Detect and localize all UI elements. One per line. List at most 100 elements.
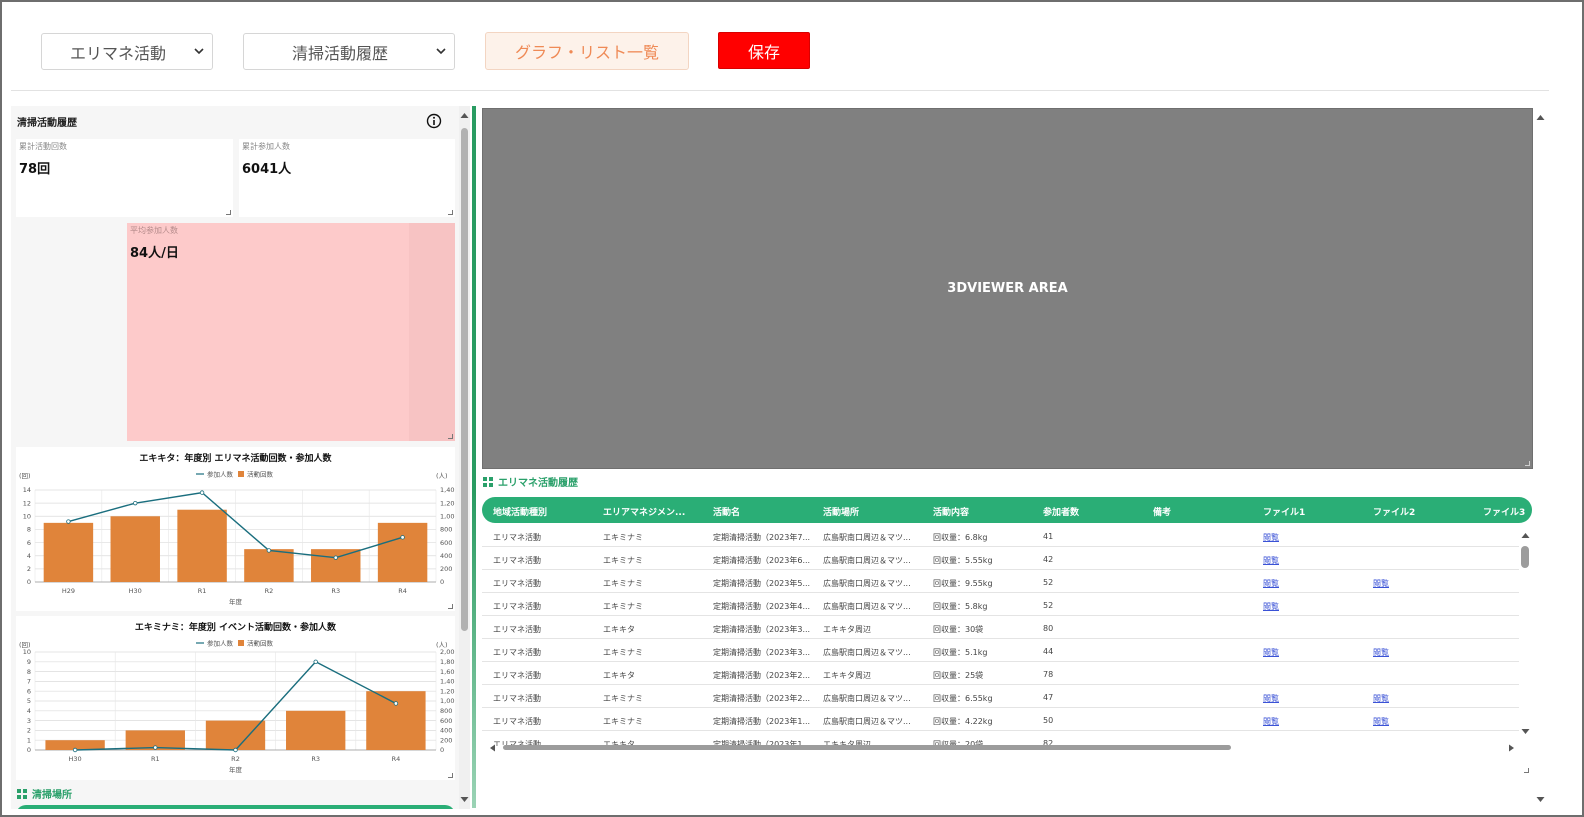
card-value: 6041人: [242, 162, 292, 177]
resize-handle[interactable]: [448, 773, 453, 778]
table-row[interactable]: エリマネ活動 エキミナミ 定期清掃活動（2023年1... 広島駅南口周辺＆マツ...…: [482, 708, 1519, 731]
scroll-thumb[interactable]: [1521, 546, 1529, 568]
table-vertical-scrollbar[interactable]: [1519, 528, 1531, 743]
x-axis-label: 年度: [229, 765, 243, 774]
left-panel: 清掃活動履歴 累計活動回数 78回 累計参加人数 6041人 平均参加人数 84…: [11, 106, 459, 809]
y-axis-right-unit: (人): [436, 472, 448, 480]
table-cell: エリマネ活動: [493, 694, 541, 703]
table-row[interactable]: エリマネ活動 エキミナミ 定期清掃活動（2023年2... 広島駅南口周辺＆マツ...…: [482, 685, 1519, 708]
resize-handle[interactable]: [1525, 461, 1530, 466]
table-row[interactable]: エリマネ活動 エキキタ 定期清掃活動（2023年3... エキキタ周辺 回収量：30袋 8…: [482, 616, 1519, 639]
chevron-down-icon: [194, 48, 204, 55]
sub-select[interactable]: 清掃活動履歴: [243, 33, 455, 70]
save-button[interactable]: 保存: [718, 32, 810, 69]
table-row[interactable]: エリマネ活動 エキミナミ 定期清掃活動（2023年6... 広島駅南口周辺＆マツ...…: [482, 547, 1519, 570]
total-participants-card: 累計参加人数 6041人: [239, 139, 455, 217]
y-tick-label-left: 8: [27, 668, 31, 676]
y-tick-label-left: 8: [27, 526, 31, 534]
table-cell: 回収量：6.8kg: [933, 533, 988, 542]
y-axis-left-unit: (回): [19, 472, 31, 480]
3d-viewer-area[interactable]: 3DVIEWER AREA: [482, 108, 1533, 469]
column-header[interactable]: ファイル1: [1263, 505, 1305, 518]
legend-bar-swatch: [238, 640, 244, 646]
table-row[interactable]: エリマネ活動 エキミナミ 定期清掃活動（2023年7... 広島駅南口周辺＆マツ...…: [482, 524, 1519, 547]
scroll-down-arrow-icon[interactable]: [1536, 796, 1545, 803]
scroll-thumb[interactable]: [461, 128, 468, 631]
history-section-title: エリマネ活動履歴: [483, 474, 578, 489]
table-cell: 41: [1043, 532, 1054, 541]
file-link[interactable]: 閲覧: [1263, 555, 1279, 566]
y-tick-label-right: 200: [440, 736, 452, 744]
resize-handle[interactable]: [448, 434, 453, 439]
file-link[interactable]: 閲覧: [1263, 693, 1279, 704]
scroll-up-arrow-icon[interactable]: [460, 112, 469, 119]
column-header[interactable]: 地域活動種別: [493, 505, 547, 518]
column-header[interactable]: ファイル3: [1483, 505, 1525, 518]
bar-activity-count: [377, 522, 428, 582]
table-row[interactable]: エリマネ活動 エキミナミ 定期清掃活動（2023年4... 広島駅南口周辺＆マツ...…: [482, 593, 1519, 616]
bar-activity-count: [205, 720, 266, 750]
scroll-up-arrow-icon[interactable]: [1536, 114, 1545, 121]
table-row[interactable]: エリマネ活動 エキミナミ 定期清掃活動（2023年5... 広島駅南口周辺＆マツ...…: [482, 570, 1519, 593]
scroll-down-arrow-icon[interactable]: [460, 796, 469, 803]
scroll-right-arrow-icon[interactable]: [1508, 744, 1515, 752]
y-tick-label-right: 200: [440, 565, 452, 573]
y-tick-label-right: 600: [440, 717, 452, 725]
file-link[interactable]: 閲覧: [1373, 693, 1389, 704]
file-link[interactable]: 閲覧: [1373, 716, 1389, 727]
column-header[interactable]: 備考: [1153, 505, 1171, 518]
bar-activity-count: [43, 522, 94, 582]
y-tick-label-right: 1,000: [440, 697, 455, 705]
y-tick-label-left: 6: [27, 539, 31, 547]
table-row[interactable]: エリマネ活動 エキキタ 定期清掃活動（2023年2... エキキタ周辺 回収量：25袋 7…: [482, 662, 1519, 685]
left-panel-scrollbar[interactable]: [459, 106, 470, 809]
table-cell: 回収量：5.1kg: [933, 648, 988, 657]
table-cell: 回収量：30袋: [933, 625, 984, 634]
cleaning-location-section-title: 清掃場所: [17, 786, 72, 801]
table-cell: 52: [1043, 578, 1054, 587]
column-header[interactable]: エリアマネジメン...: [603, 505, 685, 518]
scroll-up-arrow-icon[interactable]: [1521, 532, 1530, 539]
category-select[interactable]: エリマネ活動: [41, 33, 213, 70]
column-header[interactable]: 活動内容: [933, 505, 969, 518]
table-horizontal-scrollbar[interactable]: [487, 743, 1517, 752]
y-tick-label-left: 12: [23, 499, 31, 507]
table-cell: 定期清掃活動（2023年2...: [713, 694, 811, 703]
chart-ekiminami: エキミナミ：年度別 イベント活動回数・参加人数 (回) (人) 参加人数 活動回数 0 0…: [16, 616, 455, 780]
scroll-thumb[interactable]: [503, 745, 1231, 750]
info-icon[interactable]: [426, 113, 442, 129]
resize-handle[interactable]: [448, 210, 453, 215]
y-tick-label-right: 800: [440, 526, 452, 534]
file-link[interactable]: 閲覧: [1263, 578, 1279, 589]
app-frame: エリマネ活動 清掃活動履歴 グラフ・リスト一覧 保存 清掃活動履歴 累計活動回数…: [0, 0, 1584, 817]
file-link[interactable]: 閲覧: [1373, 647, 1389, 658]
y-tick-label-right: 1,200: [440, 687, 455, 695]
file-link[interactable]: 閲覧: [1263, 716, 1279, 727]
table-cell: 定期清掃活動（2023年5...: [713, 579, 811, 588]
file-link[interactable]: 閲覧: [1263, 532, 1279, 543]
column-header[interactable]: 参加者数: [1043, 505, 1079, 518]
column-header[interactable]: 活動場所: [823, 505, 859, 518]
file-link[interactable]: 閲覧: [1263, 601, 1279, 612]
table-row[interactable]: エリマネ活動 エキミナミ 定期清掃活動（2023年3... 広島駅南口周辺＆マツ...…: [482, 639, 1519, 662]
scroll-down-arrow-icon[interactable]: [1521, 728, 1530, 735]
panel-splitter[interactable]: [472, 106, 476, 808]
right-panel-scrollbar[interactable]: [1534, 106, 1548, 809]
x-tick-label: R1: [198, 587, 207, 595]
resize-handle[interactable]: [448, 604, 453, 609]
viewer-label: 3DVIEWER AREA: [947, 281, 1068, 296]
column-header[interactable]: 活動名: [713, 505, 740, 518]
y-tick-label-left: 7: [27, 678, 31, 686]
resize-handle[interactable]: [226, 210, 231, 215]
file-link[interactable]: 閲覧: [1263, 647, 1279, 658]
cleaning-location-table-header: [16, 805, 455, 809]
bar-activity-count: [311, 549, 361, 582]
resize-handle[interactable]: [1524, 768, 1529, 773]
graph-list-button[interactable]: グラフ・リスト一覧: [485, 32, 689, 70]
table-cell: 広島駅南口周辺＆マツ...: [823, 717, 911, 726]
column-header[interactable]: ファイル2: [1373, 505, 1415, 518]
y-tick-label-right: 0: [440, 578, 444, 586]
scroll-left-arrow-icon[interactable]: [489, 744, 496, 752]
toolbar: エリマネ活動 清掃活動履歴 グラフ・リスト一覧 保存: [11, 12, 1549, 91]
file-link[interactable]: 閲覧: [1373, 578, 1389, 589]
